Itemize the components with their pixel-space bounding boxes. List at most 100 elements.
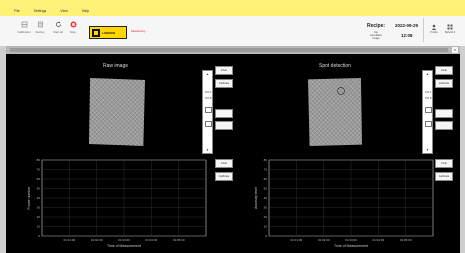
float-button[interactable]: Float bbox=[435, 66, 453, 75]
profile-label: Profile bbox=[430, 31, 438, 34]
x-axis-label: Time of Measurement bbox=[334, 244, 368, 248]
user-icon bbox=[431, 24, 437, 30]
company-logo: LAVISION bbox=[89, 26, 127, 39]
logo-text: LAVISION bbox=[102, 30, 116, 35]
main-panel: Raw image ▲ ROI A ROI B ▼ Float Calibrat… bbox=[6, 54, 460, 253]
x-axis-label: Time of Measurement bbox=[107, 244, 141, 248]
scroll-cell[interactable] bbox=[205, 107, 212, 113]
x-tick-label: 01:05:00 bbox=[173, 238, 185, 242]
raw-image bbox=[89, 78, 145, 146]
scroll-down-icon[interactable]: ▼ bbox=[423, 148, 432, 152]
scroll-up-icon[interactable]: ▲ bbox=[423, 72, 432, 76]
spot-detection-image bbox=[308, 78, 362, 146]
y-tick-label: 60 bbox=[264, 177, 268, 181]
close-icon[interactable]: × bbox=[452, 47, 458, 53]
roi-a-label: ROI A bbox=[425, 91, 432, 94]
recipe-label: Recipe bbox=[35, 30, 45, 34]
x-tick-label: 01:04:00 bbox=[372, 238, 384, 242]
calibrate-button[interactable]: Calibrate bbox=[435, 79, 453, 88]
calibration-button[interactable]: Calibration bbox=[17, 21, 31, 34]
y-tick-label: 40 bbox=[37, 196, 41, 200]
menu-help[interactable]: Help bbox=[82, 9, 89, 13]
spot-marker bbox=[337, 87, 345, 95]
date-display: 2022-09-29 bbox=[395, 23, 419, 28]
start-all-button[interactable]: Start all bbox=[51, 21, 65, 34]
x-tick-label: 01:03:00 bbox=[345, 238, 357, 242]
start-all-label: Start all bbox=[53, 30, 63, 34]
stop-label: Stop bbox=[70, 30, 76, 34]
stop-button[interactable]: Stop bbox=[66, 21, 80, 34]
frame-number-chart: 0 10 20 30 40 50 60 70 80 01:01:00 01:02:00 01:03:0… bbox=[27, 158, 207, 248]
recipe-name: big correlation image bbox=[369, 31, 383, 40]
x-tick-label: 01:03:00 bbox=[118, 238, 130, 242]
calibration-label: Calibration bbox=[17, 30, 31, 34]
x-tick-label: 01:02:00 bbox=[91, 238, 103, 242]
scroll-cell[interactable] bbox=[425, 107, 432, 113]
scroll-cell[interactable] bbox=[425, 121, 432, 127]
grid-icon bbox=[447, 24, 453, 30]
chart-calibrate-button[interactable]: Calibrate bbox=[435, 172, 453, 181]
active-tab[interactable] bbox=[10, 48, 448, 52]
stop-icon bbox=[70, 21, 76, 28]
right-vertical-scrollbar[interactable]: ▲ ROI A ROI B ▼ bbox=[422, 70, 433, 154]
calibration-icon bbox=[21, 21, 27, 28]
y-tick-label: 70 bbox=[264, 168, 268, 172]
y-tick-label: 20 bbox=[264, 215, 268, 219]
raw-image-title: Raw image bbox=[103, 63, 129, 69]
y-tick-label: 30 bbox=[37, 206, 41, 210]
toolbar: Calibration Recipe Start all Stop LAVISI… bbox=[0, 16, 465, 47]
time-display: 12:08 bbox=[401, 33, 413, 38]
y-tick-label: 60 bbox=[37, 177, 41, 181]
menu-view[interactable]: View bbox=[60, 9, 68, 13]
behold-label: Behold-Il bbox=[444, 31, 456, 34]
menu-file[interactable]: File bbox=[14, 9, 20, 13]
tab-strip: × bbox=[6, 46, 460, 54]
y-tick-label: 70 bbox=[37, 168, 41, 172]
roi-b-label: ROI B bbox=[425, 97, 432, 100]
behold-button[interactable]: Behold-Il bbox=[443, 24, 457, 34]
side-input[interactable] bbox=[435, 109, 453, 118]
roi-b-label: ROI B bbox=[205, 97, 212, 100]
side-input[interactable] bbox=[435, 121, 453, 130]
scroll-up-icon[interactable]: ▲ bbox=[203, 72, 212, 76]
chart-float-button[interactable]: Float bbox=[435, 159, 453, 168]
x-tick-label: 01:04:00 bbox=[145, 238, 157, 242]
calibrate-button[interactable]: Calibrate bbox=[215, 79, 233, 88]
roi-a-label: ROI A bbox=[205, 91, 212, 94]
y-tick-label: 80 bbox=[264, 158, 268, 162]
y-tick-label: 0 bbox=[38, 234, 40, 238]
recipe-heading: Recipe: bbox=[367, 23, 386, 29]
x-tick-label: 01:01:00 bbox=[63, 238, 75, 242]
y-tick-label: 50 bbox=[37, 187, 41, 191]
spot-detection-title: Spot detection bbox=[319, 63, 351, 69]
side-input[interactable] bbox=[215, 109, 233, 118]
recipe-button[interactable]: Recipe bbox=[33, 21, 47, 34]
y-tick-label: 30 bbox=[264, 206, 268, 210]
y-axis-label: Anomaly level bbox=[254, 187, 258, 209]
logo-mark bbox=[92, 28, 100, 37]
left-vertical-scrollbar[interactable]: ▲ ROI A ROI B ▼ bbox=[202, 70, 213, 154]
y-tick-label: 40 bbox=[264, 196, 268, 200]
scroll-cell[interactable] bbox=[205, 121, 212, 127]
y-tick-label: 80 bbox=[37, 158, 41, 162]
menu-settings[interactable]: Settings bbox=[34, 9, 47, 13]
profile-button[interactable]: Profile bbox=[427, 24, 441, 34]
refresh-icon bbox=[55, 21, 61, 27]
x-tick-label: 01:05:00 bbox=[400, 238, 412, 242]
x-tick-label: 01:01:00 bbox=[290, 238, 302, 242]
y-tick-label: 50 bbox=[264, 187, 268, 191]
scroll-down-icon[interactable]: ▼ bbox=[203, 148, 212, 152]
y-tick-label: 10 bbox=[264, 225, 268, 229]
anomaly-level-chart: 0 10 20 30 40 50 60 70 80 01:01:00 01:02:00 01:03:0… bbox=[254, 158, 434, 248]
chart-float-button[interactable]: Float bbox=[215, 159, 233, 168]
chart-calibrate-button[interactable]: Calibrate bbox=[215, 172, 233, 181]
toolbar-divider bbox=[423, 18, 424, 42]
x-tick-label: 01:02:00 bbox=[318, 238, 330, 242]
measuring-status: Measuring... bbox=[131, 29, 148, 33]
menu-bar: File Settings View Help bbox=[0, 6, 465, 16]
side-input[interactable] bbox=[215, 121, 233, 130]
y-tick-label: 10 bbox=[37, 225, 41, 229]
recipe-icon bbox=[37, 21, 43, 28]
float-button[interactable]: Float bbox=[215, 66, 233, 75]
y-tick-label: 20 bbox=[37, 215, 41, 219]
